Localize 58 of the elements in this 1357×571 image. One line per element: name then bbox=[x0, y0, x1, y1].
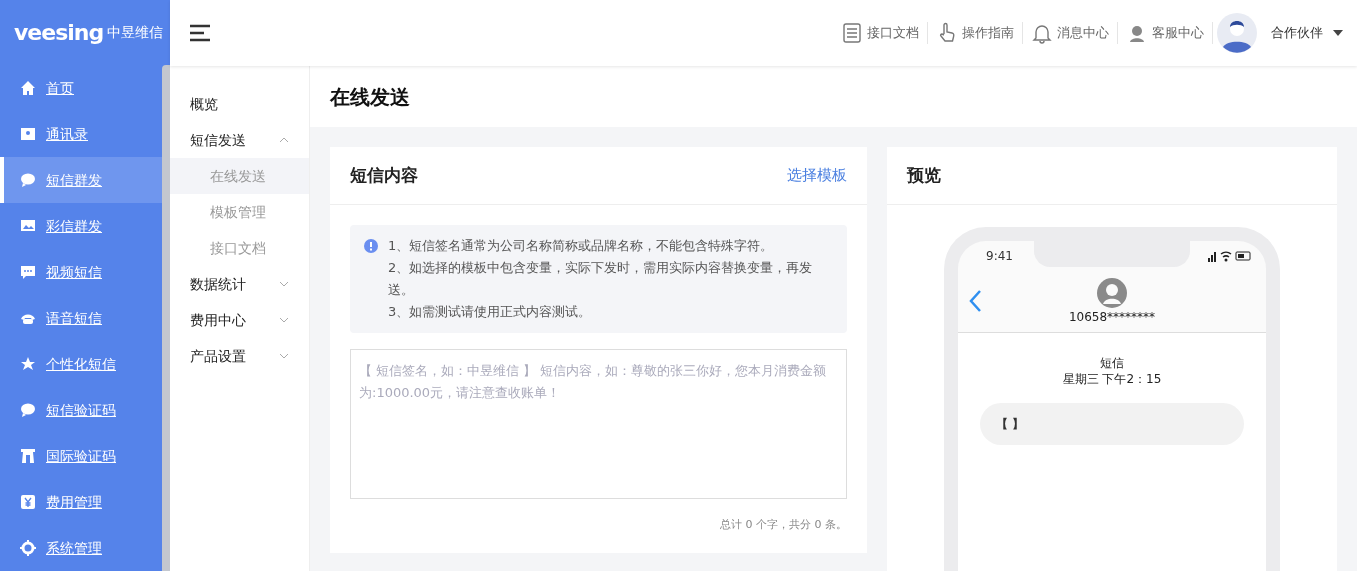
header-link[interactable]: 消息中心 bbox=[1023, 22, 1118, 45]
menu-icon bbox=[190, 24, 212, 43]
header-link[interactable]: 接口文档 bbox=[833, 22, 928, 45]
submenu-group[interactable]: 产品设置 bbox=[170, 338, 309, 375]
chat-bubble-icon bbox=[20, 172, 36, 188]
notice-text: 2、如选择的模板中包含变量，实际下发时，需用实际内容替换变量，再发送。 bbox=[388, 259, 814, 300]
card-title: 预览 bbox=[907, 163, 941, 187]
submenu-group[interactable]: 费用中心 bbox=[170, 302, 309, 339]
logo-text: 中昱维信 bbox=[107, 23, 164, 42]
contact-avatar-icon bbox=[1097, 277, 1127, 308]
sidebar-item[interactable]: 视频短信 bbox=[0, 249, 162, 295]
status-icons bbox=[1208, 250, 1252, 263]
sidebar-item[interactable]: 彩信群发 bbox=[0, 203, 162, 249]
chat-bubble-icon bbox=[20, 402, 36, 418]
logo-wordmark: veesing bbox=[14, 19, 104, 47]
avatar-icon bbox=[1217, 13, 1257, 54]
yen-icon bbox=[20, 494, 36, 510]
home-icon bbox=[20, 80, 36, 96]
contact-card-icon bbox=[20, 126, 36, 142]
message-label: 短信 bbox=[1099, 355, 1125, 372]
sidebar-item[interactable]: 国际验证码 bbox=[0, 433, 162, 479]
scrollbar[interactable] bbox=[162, 65, 170, 571]
sidebar-item[interactable]: 短信群发 bbox=[0, 157, 162, 203]
status-time: 9:41 bbox=[986, 248, 1013, 266]
message-bubble: 【 】 bbox=[980, 403, 1244, 446]
sidebar-item[interactable]: 系统管理 bbox=[0, 525, 162, 571]
page-title: 在线发送 bbox=[310, 66, 1357, 128]
caret-icon bbox=[1333, 30, 1343, 37]
submenu-item[interactable]: 模板管理 bbox=[170, 194, 309, 231]
character-counter: 总计 0 个字，共分 0 条。 bbox=[720, 517, 847, 531]
submenu-item[interactable]: 接口文档 bbox=[170, 230, 309, 267]
submenu-item[interactable]: 在线发送 bbox=[170, 158, 309, 195]
document-icon bbox=[841, 22, 863, 45]
sidebar-item[interactable]: 个性化短信 bbox=[0, 341, 162, 387]
sidebar-item[interactable]: 首页 bbox=[0, 65, 162, 111]
sidebar-item[interactable]: 短信验证码 bbox=[0, 387, 162, 433]
submenu-group[interactable]: 短信发送 bbox=[170, 122, 309, 159]
notice-text: 1、短信签名通常为公司名称简称或品牌名称，不能包含特殊字符。 bbox=[388, 237, 775, 256]
submenu-item[interactable]: 概览 bbox=[170, 86, 309, 123]
select-template-link[interactable]: 选择模板 bbox=[787, 164, 847, 187]
message-timestamp: 星期三 下午2：15 bbox=[1061, 371, 1163, 388]
header-link[interactable]: 客服中心 bbox=[1118, 22, 1213, 45]
sidebar-item[interactable]: 语音短信 bbox=[0, 295, 162, 341]
card-title: 短信内容 bbox=[350, 163, 418, 187]
bell-icon bbox=[1031, 22, 1053, 45]
user-menu[interactable]: 合作伙伴 bbox=[1271, 23, 1343, 43]
submenu-group[interactable]: 数据统计 bbox=[170, 266, 309, 303]
message-field[interactable]: 【 短信签名，如：中昱维信 】 短信内容，如：尊敬的张三你好，您本月消费金额为:1000.00元，请注意查收账单！ bbox=[350, 349, 847, 500]
gate-icon bbox=[20, 448, 36, 464]
sender-number: 10658******** bbox=[1068, 308, 1156, 326]
chat-bubble-icon bbox=[20, 264, 36, 280]
star-icon bbox=[20, 356, 36, 372]
image-icon bbox=[20, 218, 36, 234]
info-icon bbox=[364, 239, 378, 254]
sidebar-item[interactable]: 通讯录 bbox=[0, 111, 162, 157]
header-link[interactable]: 操作指南 bbox=[928, 22, 1023, 45]
sidebar-item[interactable]: 费用管理 bbox=[0, 479, 162, 525]
notice-text: 3、如需测试请使用正式内容测试。 bbox=[388, 303, 593, 322]
